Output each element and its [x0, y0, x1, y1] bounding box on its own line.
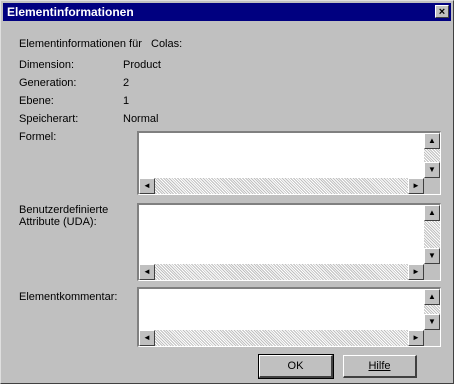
- scroll-right-arrow-icon[interactable]: ►: [408, 178, 424, 194]
- close-button[interactable]: ×: [435, 5, 449, 18]
- storage-type-value: Normal: [123, 113, 159, 125]
- member-name-value: Colas:: [151, 38, 183, 50]
- generation-label: Generation:: [19, 77, 77, 89]
- formula-label: Formel:: [19, 131, 57, 143]
- dialog-title: Elementinformationen: [7, 5, 134, 19]
- scroll-right-arrow-icon[interactable]: ►: [408, 264, 424, 280]
- uda-hscroll[interactable]: ◄ ►: [139, 264, 424, 280]
- scroll-down-arrow-icon[interactable]: ▼: [424, 162, 440, 178]
- close-icon: ×: [438, 6, 446, 18]
- scroll-down-arrow-icon[interactable]: ▼: [424, 248, 440, 264]
- scroll-corner: [424, 264, 440, 280]
- scroll-up-arrow-icon[interactable]: ▲: [424, 205, 440, 221]
- uda-textarea[interactable]: ▲ ▼ ◄ ►: [137, 203, 441, 281]
- scroll-left-arrow-icon[interactable]: ◄: [139, 178, 155, 194]
- formula-hscroll[interactable]: ◄ ►: [139, 178, 424, 194]
- scroll-corner: [424, 330, 440, 346]
- comment-hscroll[interactable]: ◄ ►: [139, 330, 424, 346]
- uda-vscroll[interactable]: ▲ ▼: [424, 205, 440, 264]
- scroll-up-arrow-icon[interactable]: ▲: [424, 289, 440, 305]
- dimension-label: Dimension:: [19, 59, 75, 71]
- storage-type-label: Speicherart:: [19, 113, 79, 125]
- ok-button[interactable]: OK: [258, 354, 334, 379]
- element-info-dialog: Elementinformationen × Elementinformatio…: [0, 0, 454, 384]
- scroll-right-arrow-icon[interactable]: ►: [408, 330, 424, 346]
- scroll-up-arrow-icon[interactable]: ▲: [424, 133, 440, 149]
- level-label: Ebene:: [19, 95, 54, 107]
- comment-textarea[interactable]: ▲ ▼ ◄ ►: [137, 287, 441, 347]
- dimension-value: Product: [123, 59, 161, 71]
- generation-value: 2: [123, 77, 130, 89]
- scroll-left-arrow-icon[interactable]: ◄: [139, 264, 155, 280]
- comment-label: Elementkommentar:: [19, 291, 118, 303]
- uda-label: Benutzerdefinierte Attribute (UDA):: [19, 204, 109, 228]
- scroll-left-arrow-icon[interactable]: ◄: [139, 330, 155, 346]
- formula-textarea[interactable]: ▲ ▼ ◄ ►: [137, 131, 441, 195]
- formula-vscroll[interactable]: ▲ ▼: [424, 133, 440, 178]
- info-for-label: Elementinformationen für: [19, 38, 142, 50]
- comment-vscroll[interactable]: ▲ ▼: [424, 289, 440, 330]
- scroll-corner: [424, 178, 440, 194]
- help-button[interactable]: Hilfe: [343, 355, 417, 378]
- level-value: 1: [123, 95, 130, 107]
- title-bar: Elementinformationen ×: [3, 3, 451, 21]
- scroll-down-arrow-icon[interactable]: ▼: [424, 314, 440, 330]
